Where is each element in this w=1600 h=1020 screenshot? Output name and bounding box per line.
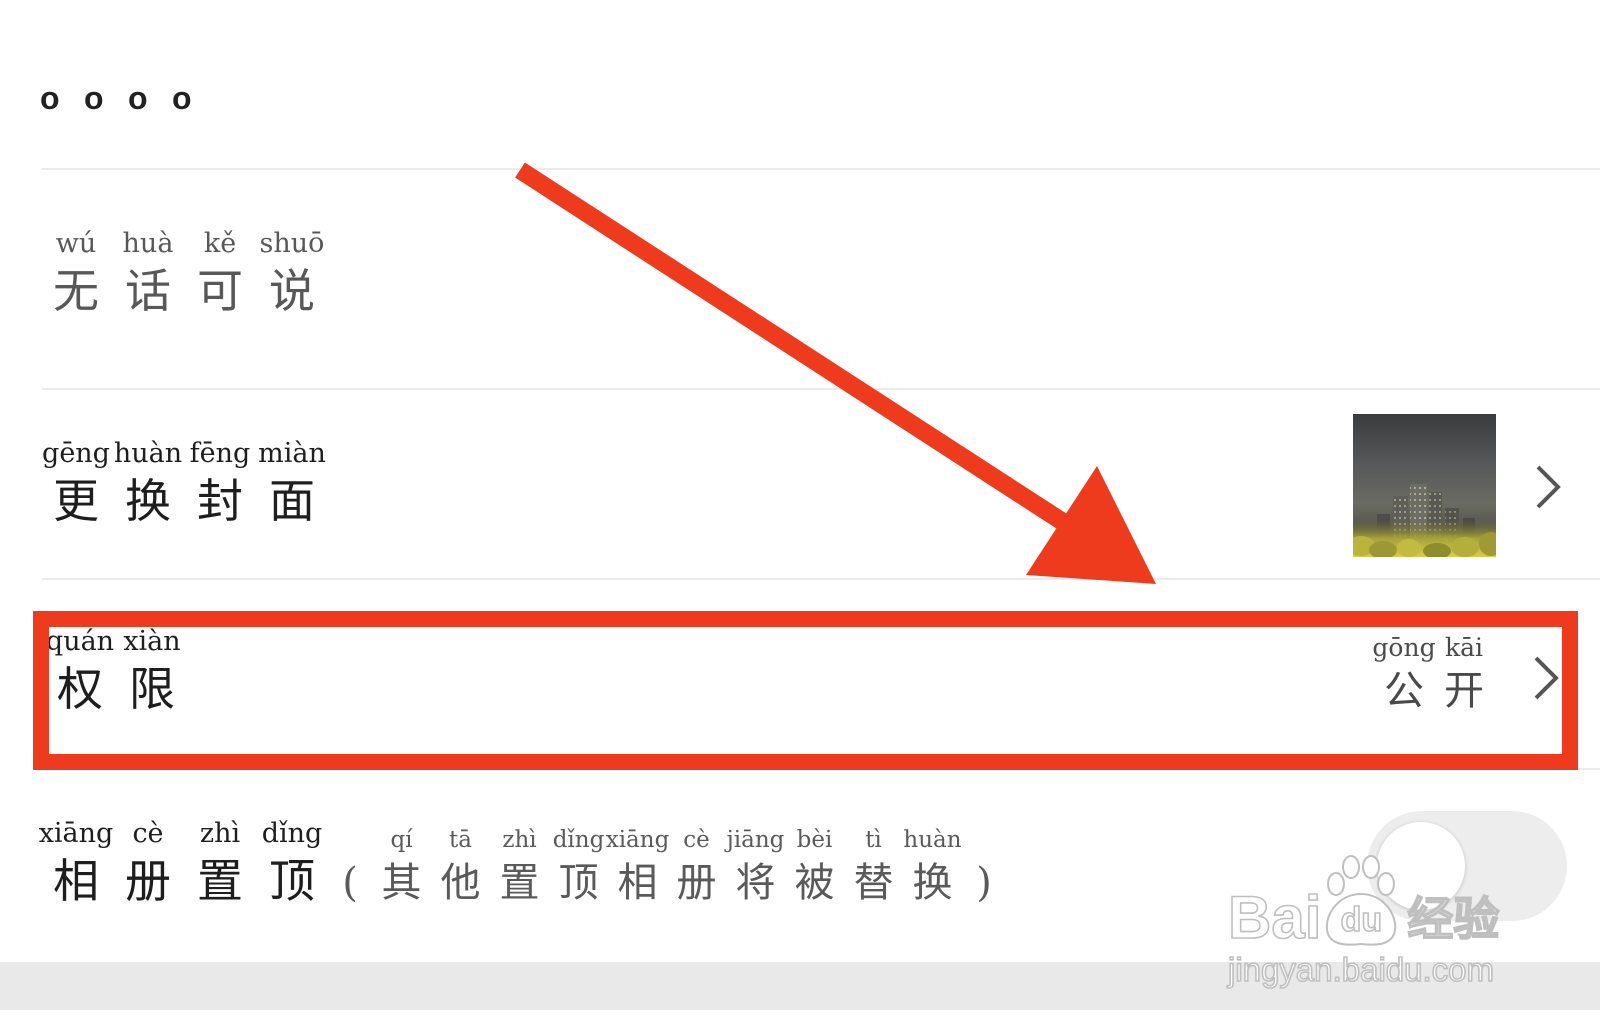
pinyin-text: tā [449, 827, 472, 853]
ruby-character: zhì 置 [184, 816, 256, 910]
highlight-rectangle [33, 611, 1578, 770]
ruby-character: cè 册 [112, 816, 184, 910]
album-description-row[interactable]: wú 无 huà 话 kě 可 shuō 说 [0, 170, 1600, 388]
pinyin-text: xiāng [605, 827, 670, 853]
ruby-character: zhì 置 [490, 824, 549, 910]
hanzi-text: 话 [125, 264, 171, 318]
ruby-character: huà 话 [112, 226, 184, 320]
hanzi-text: 置 [499, 860, 540, 906]
cover-thumbnail [1353, 414, 1496, 557]
hanzi-text: 顶 [558, 860, 599, 906]
pinyin-text: miàn [258, 438, 326, 469]
ruby-character: miàn 面 [256, 436, 328, 530]
pinyin-text: kě [203, 228, 237, 259]
ruby-character: jiāng 将 [726, 824, 785, 910]
ruby-character: tā 他 [431, 824, 490, 910]
dot-glyph: o [84, 80, 104, 116]
hanzi-text: 换 [125, 474, 171, 528]
pinyin-text: huàn [113, 438, 183, 469]
watermark-url: jingyan.baidu.com [1227, 950, 1495, 989]
hanzi-text: 更 [53, 474, 99, 528]
pinyin-text: wú [55, 228, 97, 259]
hanzi-text: 将 [735, 860, 776, 906]
pinyin-text: huà [122, 228, 174, 259]
pinyin-text: cè [683, 827, 710, 853]
ruby-character: huàn 换 [112, 436, 184, 530]
album-name-dots: o o o o [40, 78, 216, 118]
hanzi-text: 换 [912, 860, 953, 906]
pinyin-text: jiāng [726, 827, 785, 853]
ruby-character: xiāng 相 [38, 816, 114, 910]
hanzi-text: 他 [440, 860, 481, 906]
ruby-character: fēng 封 [184, 436, 256, 530]
pin-album-label: xiāng 相 cè 册 zhì 置 dǐng 顶 ( qí 其 tā 他 zhì 置 dǐng 顶 xiān… [38, 816, 1006, 910]
ruby-character: xiāng 相 [605, 824, 670, 910]
hanzi-text: 顶 [269, 854, 315, 908]
pinyin-text: zhì [199, 818, 241, 849]
pinyin-text: xiāng [38, 818, 114, 849]
ruby-character: dǐng 顶 [549, 824, 608, 910]
pinyin-text: dǐng [261, 818, 323, 849]
dot-glyph: o [128, 80, 148, 116]
hanzi-text: 说 [269, 264, 315, 318]
album-settings-screen: o o o o wú 无 huà 话 kě 可 shuō 说 gēng 更 huàn 换 fēng 封 m… [0, 0, 1600, 1020]
baidu-jingyan-watermark: Bai du 经验 jingyan.baidu.com [1227, 852, 1528, 990]
hanzi-text: 相 [53, 854, 99, 908]
paw-icon: du [1323, 852, 1399, 948]
note-open-paren: ( [342, 860, 358, 906]
album-description-text: wú 无 huà 话 kě 可 shuō 说 [40, 226, 328, 320]
ruby-character: shuō 说 [256, 226, 328, 320]
hanzi-text: 册 [676, 860, 717, 906]
ruby-character: huàn 换 [903, 824, 962, 910]
hanzi-text: 可 [197, 264, 243, 318]
change-cover-row[interactable]: gēng 更 huàn 换 fēng 封 miàn 面 [0, 390, 1600, 578]
hanzi-text: 册 [125, 854, 171, 908]
cover-photo [1353, 414, 1496, 557]
pinyin-text: cè [132, 818, 164, 849]
note-close-paren: ) [976, 860, 992, 906]
ruby-character: qí 其 [372, 824, 431, 910]
ruby-character: kě 可 [184, 226, 256, 320]
hanzi-text: 面 [269, 474, 315, 528]
ruby-character: tì 替 [844, 824, 903, 910]
hanzi-text: 置 [197, 854, 243, 908]
dot-glyph: o [172, 80, 192, 116]
ruby-character: gēng 更 [40, 436, 112, 530]
ruby-character: dǐng 顶 [256, 816, 328, 910]
ruby-character: wú 无 [40, 226, 112, 320]
pinyin-text: huàn [903, 827, 962, 853]
hanzi-text: 相 [617, 860, 658, 906]
ruby-character: cè 册 [667, 824, 726, 910]
pinyin-text: bèi [796, 827, 833, 853]
watermark-brand-latin: Bai [1227, 884, 1322, 951]
pinyin-text: zhì [502, 827, 537, 853]
pinyin-text: fēng [189, 438, 251, 469]
pin-album-note: ( qí 其 tā 他 zhì 置 dǐng 顶 xiāng 相 cè 册 jiāng 将 bèi 被 tì 替 h… [328, 824, 1006, 910]
hanzi-text: 替 [853, 860, 894, 906]
dot-glyph: o [40, 80, 60, 116]
hanzi-text: 其 [381, 860, 422, 906]
watermark-brand-paw-text: du [1340, 900, 1383, 940]
hanzi-text: 无 [53, 264, 99, 318]
pinyin-text: shuō [259, 228, 325, 259]
pin-album-title: xiāng 相 cè 册 zhì 置 dǐng 顶 [38, 816, 328, 910]
hanzi-text: 被 [794, 860, 835, 906]
ruby-character: bèi 被 [785, 824, 844, 910]
pinyin-text: qí [390, 827, 413, 853]
watermark-brand-cn: 经验 [1407, 891, 1501, 947]
pinyin-text: dǐng [552, 827, 605, 853]
hanzi-text: 封 [197, 474, 243, 528]
pinyin-text: tì [865, 827, 882, 853]
chevron-right-icon [1534, 463, 1562, 511]
pinyin-text: gēng [42, 438, 110, 469]
change-cover-label: gēng 更 huàn 换 fēng 封 miàn 面 [40, 436, 328, 530]
